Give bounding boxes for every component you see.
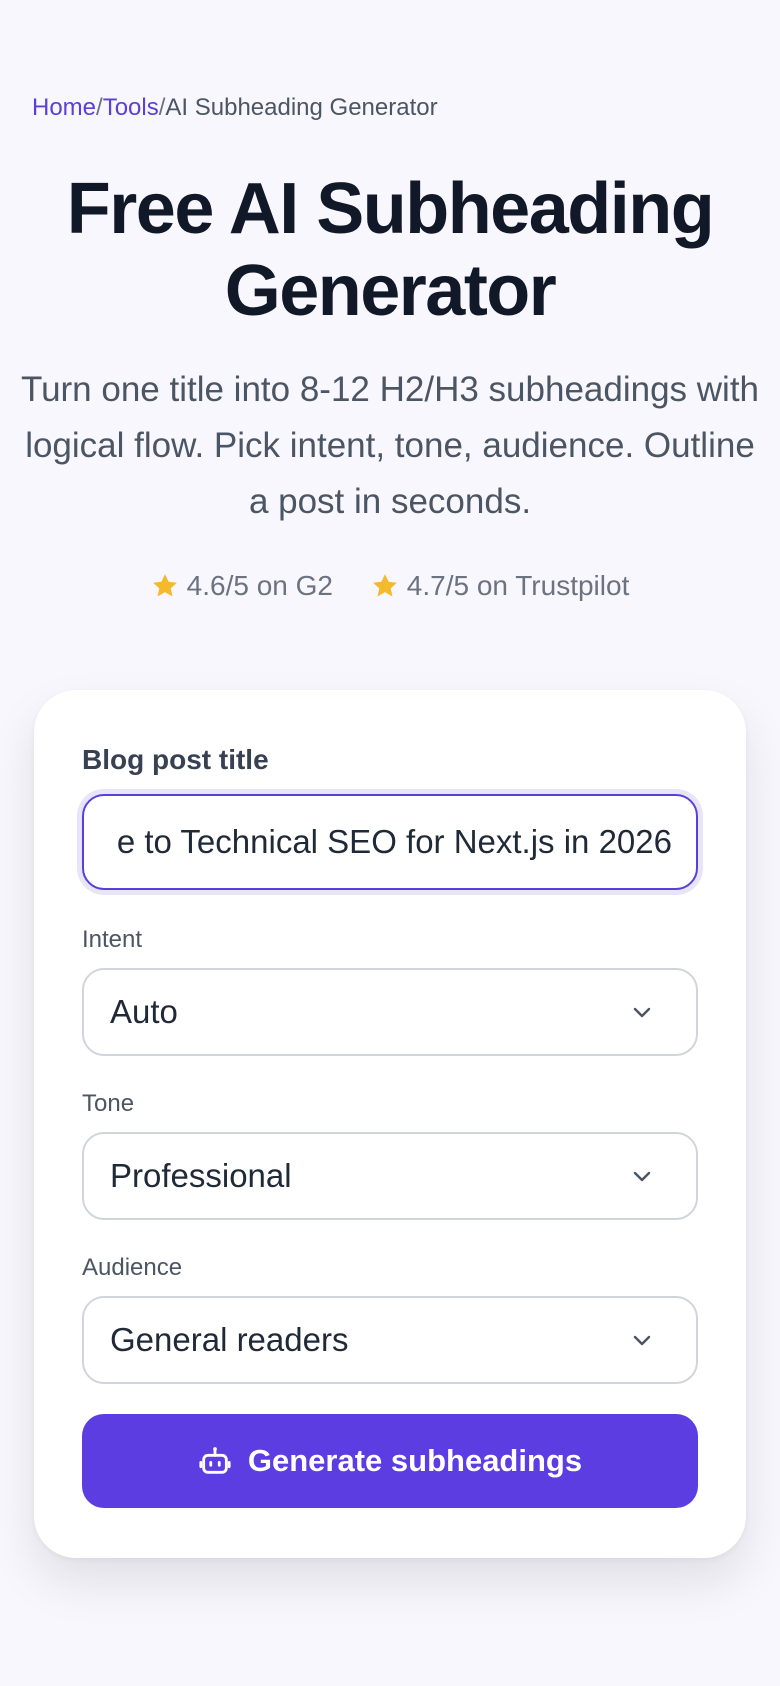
breadcrumb: Home/Tools/AI Subheading Generator xyxy=(32,94,438,122)
rating-trustpilot-text: 4.7/5 on Trustpilot xyxy=(406,570,630,601)
star-icon xyxy=(372,574,397,597)
tone-select-value: Professional xyxy=(110,1157,292,1194)
star-icon xyxy=(152,574,177,597)
blog-title-input[interactable]: e to Technical SEO for Next.js in 2026 xyxy=(117,796,672,888)
breadcrumb-current: AI Subheading Generator xyxy=(165,94,438,121)
page-title-line-1: Free AI Subheading xyxy=(66,169,715,249)
blog-title-field[interactable]: e to Technical SEO for Next.js in 2026 xyxy=(82,794,698,890)
audience-select[interactable]: General readers xyxy=(82,1296,698,1384)
robot-icon xyxy=(199,1447,231,1474)
page-title: Free AI Subheading Generator xyxy=(20,168,760,332)
blog-title-label: Blog post title xyxy=(82,744,269,775)
tone-select[interactable]: Professional xyxy=(82,1132,698,1220)
chevron-down-icon xyxy=(633,1171,651,1182)
generator-form-card: Blog post title e to Technical SEO for N… xyxy=(34,690,746,1558)
breadcrumb-tools-link[interactable]: Tools xyxy=(103,94,159,121)
chevron-down-icon xyxy=(633,1335,651,1346)
rating-g2-text: 4.6/5 on G2 xyxy=(186,570,333,601)
audience-select-value: General readers xyxy=(110,1321,349,1358)
audience-label: Audience xyxy=(82,1254,183,1281)
intent-select[interactable]: Auto xyxy=(82,968,698,1056)
generate-subheadings-button[interactable]: Generate subheadings xyxy=(82,1414,698,1508)
breadcrumb-separator: / xyxy=(96,94,103,121)
tone-label: Tone xyxy=(82,1090,135,1117)
rating-trustpilot: 4.7/5 on Trustpilot xyxy=(371,570,630,602)
chevron-down-icon xyxy=(633,1007,651,1018)
ratings-row: 4.6/5 on G2 4.7/5 on Trustpilot xyxy=(0,570,780,607)
intent-label: Intent xyxy=(82,926,143,953)
rating-g2: 4.6/5 on G2 xyxy=(151,570,333,602)
breadcrumb-home-link[interactable]: Home xyxy=(32,94,96,121)
generate-button-label: Generate subheadings xyxy=(247,1443,583,1478)
page-subtitle: Turn one title into 8-12 H2/H3 subheadin… xyxy=(20,370,760,521)
intent-select-value: Auto xyxy=(110,993,178,1030)
page-title-line-2: Generator xyxy=(224,251,557,331)
